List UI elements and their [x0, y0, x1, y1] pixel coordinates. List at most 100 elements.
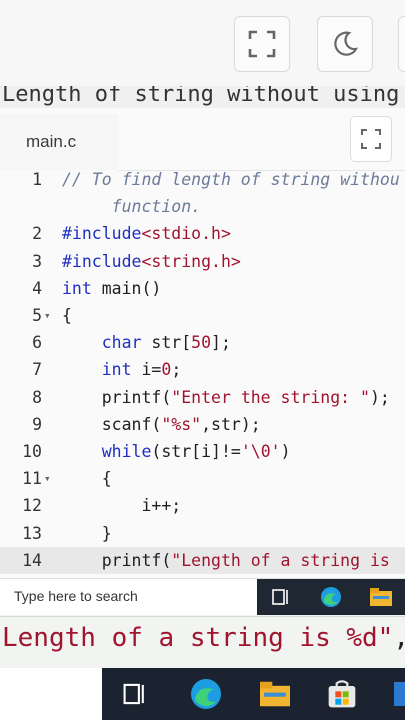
- code-line[interactable]: 13 }: [0, 520, 405, 547]
- code-token: printf(: [62, 387, 172, 407]
- code-line[interactable]: 1 // To find length of string withou: [0, 166, 405, 193]
- taskbar-large: [0, 668, 405, 720]
- code-token: int: [62, 278, 92, 298]
- code-text: printf("Length of a string is: [62, 547, 390, 574]
- tab-label: main.c: [26, 132, 77, 151]
- code-editor: main.c 1 // To find length of string with…: [0, 108, 405, 578]
- code-token: {: [62, 469, 112, 489]
- taskbar-icons: [257, 579, 405, 615]
- code-text: {: [62, 302, 72, 329]
- dark-mode-button[interactable]: [317, 16, 373, 72]
- store-icon[interactable]: [326, 678, 358, 710]
- line-number: 6: [32, 333, 42, 353]
- code-token: i++;: [62, 496, 182, 516]
- code-line[interactable]: 3 #include<string.h>: [0, 248, 405, 275]
- code-text: function.: [62, 193, 201, 220]
- code-line[interactable]: 12 i++;: [0, 492, 405, 519]
- code-token: '\0': [240, 442, 281, 461]
- code-text: i++;: [62, 492, 181, 519]
- zoomed-args-part: ,i);: [393, 623, 405, 653]
- code-text: int main(): [62, 275, 161, 302]
- tab-main-c[interactable]: main.c: [0, 114, 118, 170]
- code-text: scanf("%s",str);: [62, 411, 261, 438]
- code-token: ,str);: [201, 414, 261, 434]
- code-line[interactable]: 6 char str[50];: [0, 329, 405, 356]
- code-token: ): [280, 442, 291, 461]
- line-number: 7: [32, 360, 42, 380]
- code-text: #include<string.h>: [62, 248, 241, 275]
- code-text: #include<stdio.h>: [62, 220, 231, 247]
- code-token: );: [369, 387, 390, 407]
- line-number: 1: [32, 170, 42, 189]
- code-token: str[: [141, 333, 192, 353]
- code-line[interactable]: 8 printf("Enter the string: ");: [0, 384, 405, 411]
- code-line[interactable]: 2 #include<stdio.h>: [0, 220, 405, 247]
- line-number: 4: [32, 278, 42, 298]
- code-token: 0: [161, 360, 172, 380]
- taskbar-search[interactable]: Type here to search: [0, 579, 257, 615]
- search-placeholder: Type here to search: [14, 588, 138, 604]
- code-line[interactable]: 14 printf("Length of a string is: [0, 546, 405, 574]
- code-text: while(str[i]!='\0'): [62, 438, 291, 465]
- fold-toggle-icon[interactable]: ▾: [44, 465, 51, 492]
- code-token: #include: [62, 224, 142, 244]
- code-text: char str[50];: [62, 329, 231, 356]
- code-token: 50: [191, 333, 212, 353]
- zoomed-code-text: Length of a string is %d",i);: [2, 623, 405, 653]
- fullscreen-icon: [248, 30, 276, 58]
- fold-toggle-icon[interactable]: ▾: [44, 302, 51, 329]
- code-token: {: [62, 306, 72, 325]
- code-text: }: [62, 520, 112, 547]
- code-token: <string.h>: [141, 251, 241, 271]
- code-token: ;: [171, 360, 182, 380]
- page-heading-strip: Length of string without using: [0, 86, 405, 108]
- code-token: "%s": [161, 414, 202, 434]
- file-explorer-icon[interactable]: [369, 586, 393, 608]
- line-number: 14: [22, 550, 42, 570]
- code-token: main(): [91, 278, 162, 298]
- code-line[interactable]: 9 scanf("%s",str);: [0, 411, 405, 438]
- edge-icon[interactable]: [319, 585, 343, 609]
- line-number: 9: [32, 414, 42, 434]
- file-explorer-icon[interactable]: [258, 679, 292, 709]
- code-token: (str[i]!=: [151, 442, 241, 461]
- more-button[interactable]: [398, 16, 405, 72]
- code-line[interactable]: 11 ▾ {: [0, 465, 405, 492]
- line-number: 3: [32, 251, 42, 271]
- code-token: "Enter the string: ": [171, 387, 370, 407]
- line-number: 8: [32, 387, 42, 407]
- code-token: i=: [131, 360, 162, 380]
- code-token: while: [101, 442, 152, 461]
- task-view-icon[interactable]: [122, 681, 148, 707]
- zoomed-code-strip: Length of a string is %d",i);: [0, 616, 405, 669]
- partial-app-icon[interactable]: [392, 678, 405, 710]
- toolbar: [0, 0, 405, 87]
- code-token: }: [62, 523, 112, 543]
- moon-icon: [334, 31, 359, 56]
- code-token: "Length of a string is: [171, 550, 390, 570]
- line-number: 5: [32, 306, 42, 325]
- editor-fullscreen-button[interactable]: [350, 116, 392, 162]
- code-token: ];: [211, 333, 231, 353]
- code-line[interactable]: function.: [0, 193, 405, 220]
- line-number: 12: [22, 496, 42, 516]
- taskbar-large-icons: [102, 668, 405, 720]
- task-view-icon[interactable]: [271, 587, 291, 607]
- code-text: {: [62, 465, 112, 492]
- page-heading-text: Length of string without using: [2, 86, 400, 107]
- code-line[interactable]: 10 while(str[i]!='\0'): [0, 438, 405, 465]
- code-token: // To find length of string withou: [62, 170, 400, 189]
- code-text: printf("Enter the string: ");: [62, 384, 390, 411]
- fullscreen-button[interactable]: [234, 16, 290, 72]
- line-number: 10: [22, 442, 42, 461]
- fullscreen-icon: [361, 129, 381, 149]
- code-text: // To find length of string withou: [62, 166, 400, 193]
- code-line[interactable]: 4 int main(): [0, 275, 405, 302]
- code-line[interactable]: 7 int i=0;: [0, 356, 405, 383]
- line-number: 13: [22, 523, 42, 543]
- edge-icon[interactable]: [188, 676, 224, 712]
- code-line[interactable]: 5 ▾ {: [0, 302, 405, 329]
